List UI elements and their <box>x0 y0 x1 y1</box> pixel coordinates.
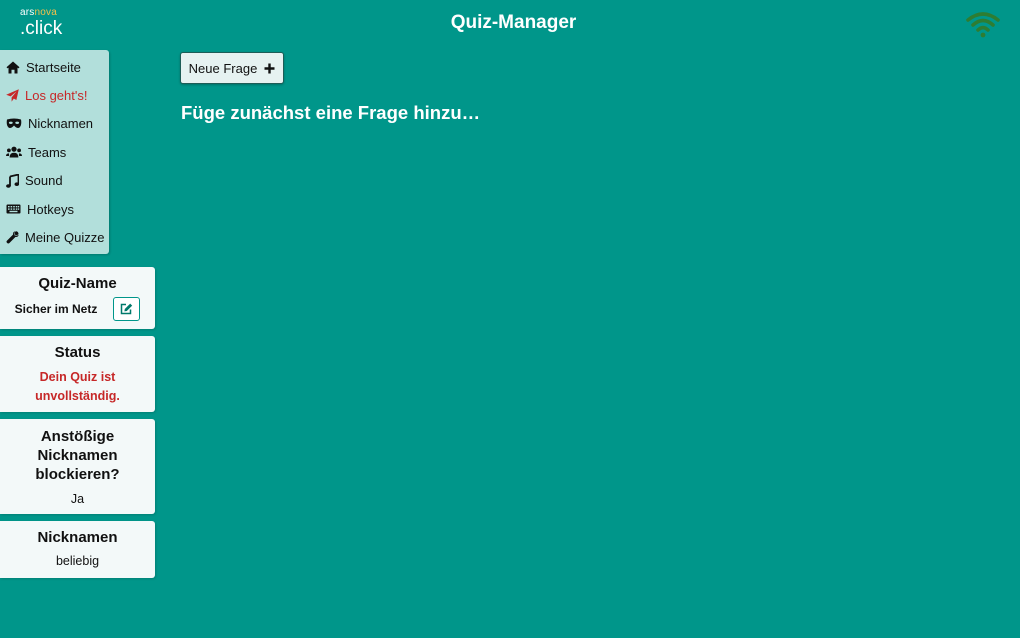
wrench-icon <box>6 231 19 244</box>
sidebar-item-meine-quizze[interactable]: Meine Quizze <box>0 223 109 251</box>
status-message: Dein Quiz ist unvollständig. <box>35 370 120 403</box>
quiz-name-value: Sicher im Netz <box>14 302 98 316</box>
sidebar-item-label: Meine Quizze <box>25 230 105 246</box>
sidebar-item-sound[interactable]: Sound <box>0 167 109 195</box>
block-nicknames-value: Ja <box>70 492 85 506</box>
paper-plane-icon <box>6 89 19 102</box>
edit-icon <box>121 303 133 315</box>
new-question-button[interactable]: Neue Frage <box>180 52 284 84</box>
keyboard-icon <box>6 204 21 214</box>
block-nicknames-title: Anstößige Nicknamen blockieren? <box>35 428 120 483</box>
sidebar-item-label: Nicknamen <box>28 116 94 132</box>
sidebar-item-label: Sound <box>25 173 63 189</box>
home-icon <box>6 61 20 74</box>
plus-icon <box>264 63 275 73</box>
sidebar-item-label: Hotkeys <box>27 201 74 217</box>
status-card: Status Dein Quiz ist unvollständig. <box>0 336 155 412</box>
status-title: Status <box>54 344 101 361</box>
nicknames-card: Nicknamen beliebig <box>0 521 155 578</box>
empty-state-hint: Füge zunächst eine Frage hinzu… <box>181 102 481 123</box>
sidebar-item-nicknamen[interactable]: Nicknamen <box>0 110 109 138</box>
sidebar-item-startseite[interactable]: Startseite <box>0 53 109 81</box>
users-icon <box>6 146 22 158</box>
new-question-label: Neue Frage <box>188 60 258 76</box>
block-nicknames-card: Anstößige Nicknamen blockieren? Ja <box>0 419 155 514</box>
sidebar-item-hotkeys[interactable]: Hotkeys <box>0 195 109 223</box>
sidebar-nav: Startseite Los geht's! Nicknamen Teams S… <box>0 50 109 254</box>
sidebar-item-label: Startseite <box>26 59 81 75</box>
nicknames-title: Nicknamen <box>37 529 118 546</box>
page-title: Quiz-Manager <box>450 12 577 33</box>
quiz-name-card: Quiz-Name Sicher im Netz <box>0 267 155 329</box>
music-icon <box>6 173 19 188</box>
sidebar-item-label: Teams <box>28 144 67 160</box>
sidebar-item-los-gehts[interactable]: Los geht's! <box>0 81 109 109</box>
quiz-name-title: Quiz-Name <box>38 275 117 292</box>
sidebar-item-teams[interactable]: Teams <box>0 138 109 166</box>
edit-quiz-name-button[interactable] <box>113 297 141 321</box>
nicknames-value: beliebig <box>55 554 100 568</box>
mask-icon <box>6 118 22 129</box>
sidebar-item-label: Los geht's! <box>25 88 88 104</box>
wifi-icon <box>966 12 1000 38</box>
top-bar: arsnova .click Quiz-Manager <box>0 0 1020 48</box>
